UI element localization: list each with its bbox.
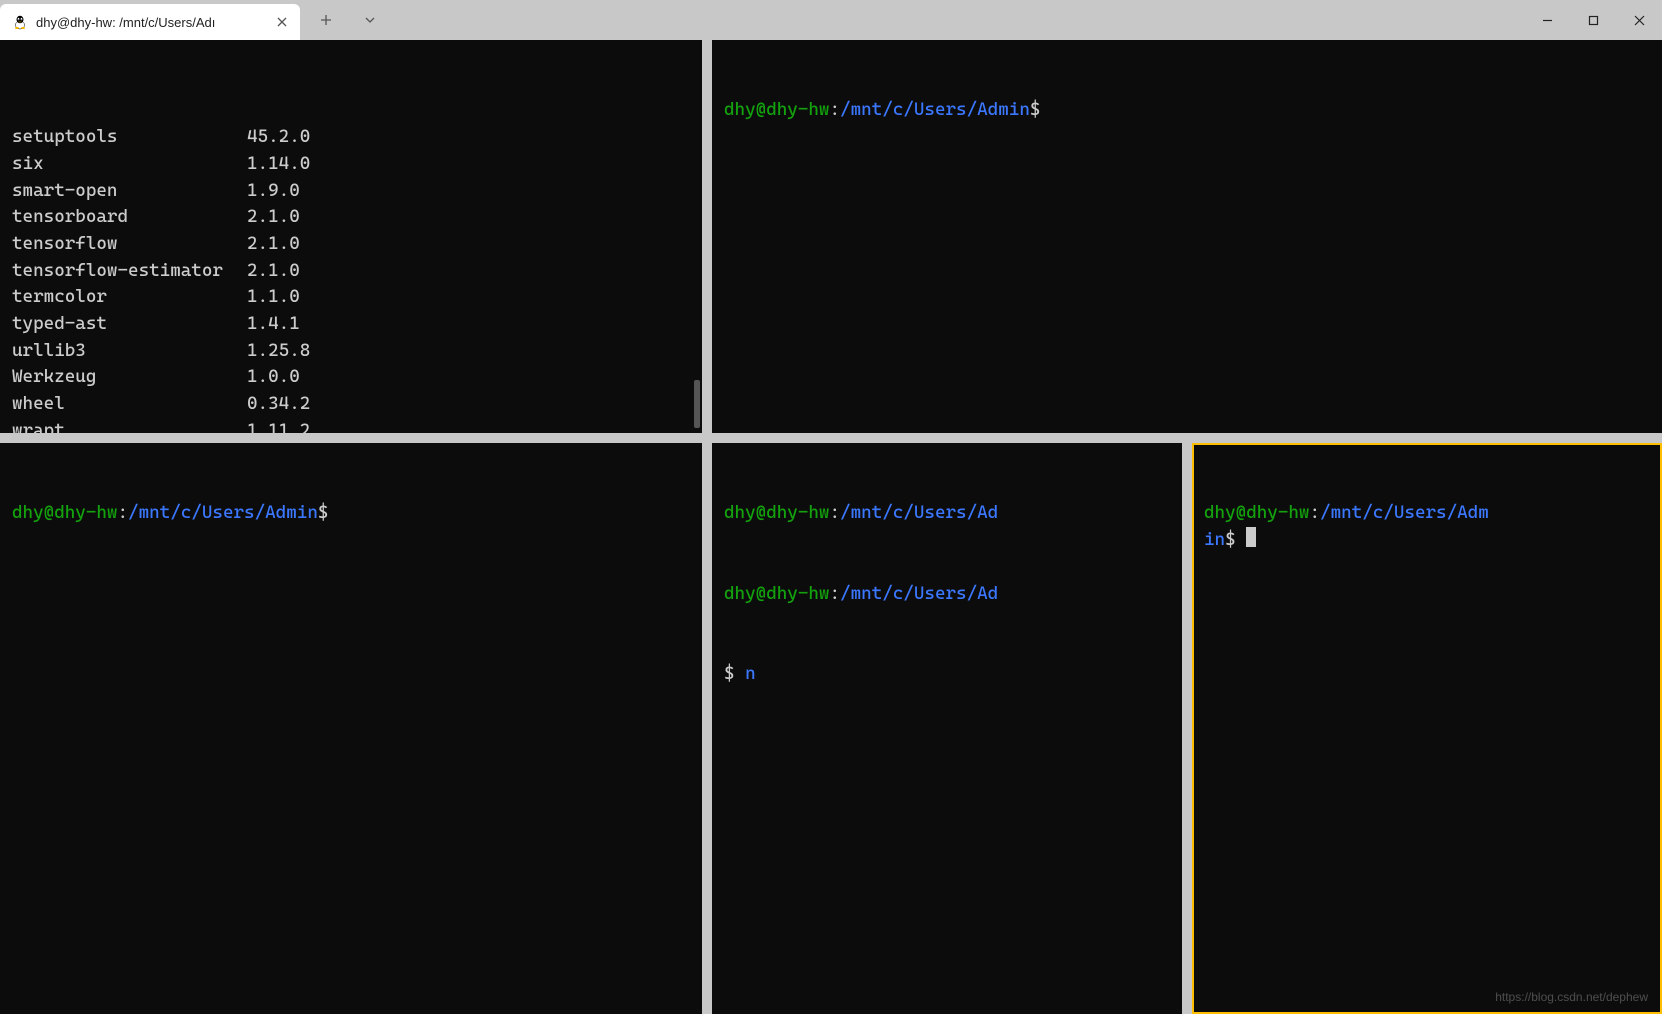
package-row: tensorflow2.1.0 [12, 231, 690, 258]
tab-title: dhy@dhy-hw: /mnt/c/Users/Adı [36, 15, 266, 30]
package-row: setuptools45.2.0 [12, 124, 690, 151]
package-version: 1.1.0 [247, 284, 300, 311]
package-name: termcolor [12, 284, 247, 311]
terminal-grid: setuptools45.2.0six1.14.0smart-open1.9.0… [0, 40, 1662, 1014]
prompt-line: dhy@dhy-hw:/mnt/c/Users/Admin$ [1204, 500, 1650, 553]
package-name: wrapt [12, 418, 247, 433]
package-row: tensorboard2.1.0 [12, 204, 690, 231]
terminal-cursor [1246, 527, 1256, 547]
package-name: setuptools [12, 124, 247, 151]
new-tab-button[interactable] [308, 0, 344, 40]
pane-bottom-right-group: dhy@dhy-hw:/mnt/c/Users/Ad dhy@dhy-hw:/m… [712, 443, 1662, 1014]
package-version: 2.1.0 [247, 204, 300, 231]
package-row: typed-ast1.4.1 [12, 311, 690, 338]
titlebar: dhy@dhy-hw: /mnt/c/Users/Adı [0, 0, 1662, 40]
pane-bottom-right-active[interactable]: dhy@dhy-hw:/mnt/c/Users/Admin$ [1192, 443, 1662, 1014]
prompt-line: dhy@dhy-hw:/mnt/c/Users/Ad [724, 500, 1170, 527]
minimize-button[interactable] [1524, 0, 1570, 40]
terminal-tab[interactable]: dhy@dhy-hw: /mnt/c/Users/Adı [0, 4, 300, 40]
tux-icon [12, 14, 28, 30]
package-row: urllib31.25.8 [12, 338, 690, 365]
package-version: 1.25.8 [247, 338, 310, 365]
package-version: 2.1.0 [247, 231, 300, 258]
package-name: tensorflow-estimator [12, 258, 247, 285]
window-controls [1524, 0, 1662, 40]
prompt-line: dhy@dhy-hw:/mnt/c/Users/Admin$ [724, 97, 1650, 124]
package-name: urllib3 [12, 338, 247, 365]
package-version: 1.0.0 [247, 364, 300, 391]
scrollbar-thumb[interactable] [694, 380, 700, 428]
package-row: six1.14.0 [12, 151, 690, 178]
maximize-button[interactable] [1570, 0, 1616, 40]
tab-dropdown-button[interactable] [352, 0, 388, 40]
prompt-line: dhy@dhy-hw:/mnt/c/Users/Admin$ [12, 500, 690, 527]
package-version: 1.4.1 [247, 311, 300, 338]
package-version: 2.1.0 [247, 258, 300, 285]
splitter-horizontal[interactable] [0, 433, 1662, 443]
pane-bottom-mid[interactable]: dhy@dhy-hw:/mnt/c/Users/Ad dhy@dhy-hw:/m… [712, 443, 1182, 1014]
package-row: termcolor1.1.0 [12, 284, 690, 311]
package-name: Werkzeug [12, 364, 247, 391]
splitter-vertical-bottom-right[interactable] [1182, 443, 1192, 1014]
pane-bottom-left[interactable]: dhy@dhy-hw:/mnt/c/Users/Admin$ [0, 443, 702, 1014]
pane-top-left[interactable]: setuptools45.2.0six1.14.0smart-open1.9.0… [0, 40, 702, 433]
prompt-line: dhy@dhy-hw:/mnt/c/Users/Ad [724, 581, 1170, 608]
close-button[interactable] [1616, 0, 1662, 40]
package-version: 45.2.0 [247, 124, 310, 151]
package-version: 1.11.2 [247, 418, 310, 433]
splitter-vertical-bottom[interactable] [702, 443, 712, 1014]
tab-close-button[interactable] [274, 14, 290, 30]
package-name: smart-open [12, 178, 247, 205]
package-row: wheel0.34.2 [12, 391, 690, 418]
command-input-line: $ n [724, 661, 1170, 688]
package-name: six [12, 151, 247, 178]
package-name: typed-ast [12, 311, 247, 338]
package-row: wrapt1.11.2 [12, 418, 690, 433]
package-row: Werkzeug1.0.0 [12, 364, 690, 391]
tab-actions [308, 0, 388, 40]
splitter-vertical-top[interactable] [702, 40, 712, 433]
package-version: 0.34.2 [247, 391, 310, 418]
package-version: 1.9.0 [247, 178, 300, 205]
package-row: smart-open1.9.0 [12, 178, 690, 205]
package-name: wheel [12, 391, 247, 418]
package-row: tensorflow-estimator2.1.0 [12, 258, 690, 285]
package-name: tensorflow [12, 231, 247, 258]
package-name: tensorboard [12, 204, 247, 231]
pane-top-right[interactable]: dhy@dhy-hw:/mnt/c/Users/Admin$ [712, 40, 1662, 433]
package-version: 1.14.0 [247, 151, 310, 178]
